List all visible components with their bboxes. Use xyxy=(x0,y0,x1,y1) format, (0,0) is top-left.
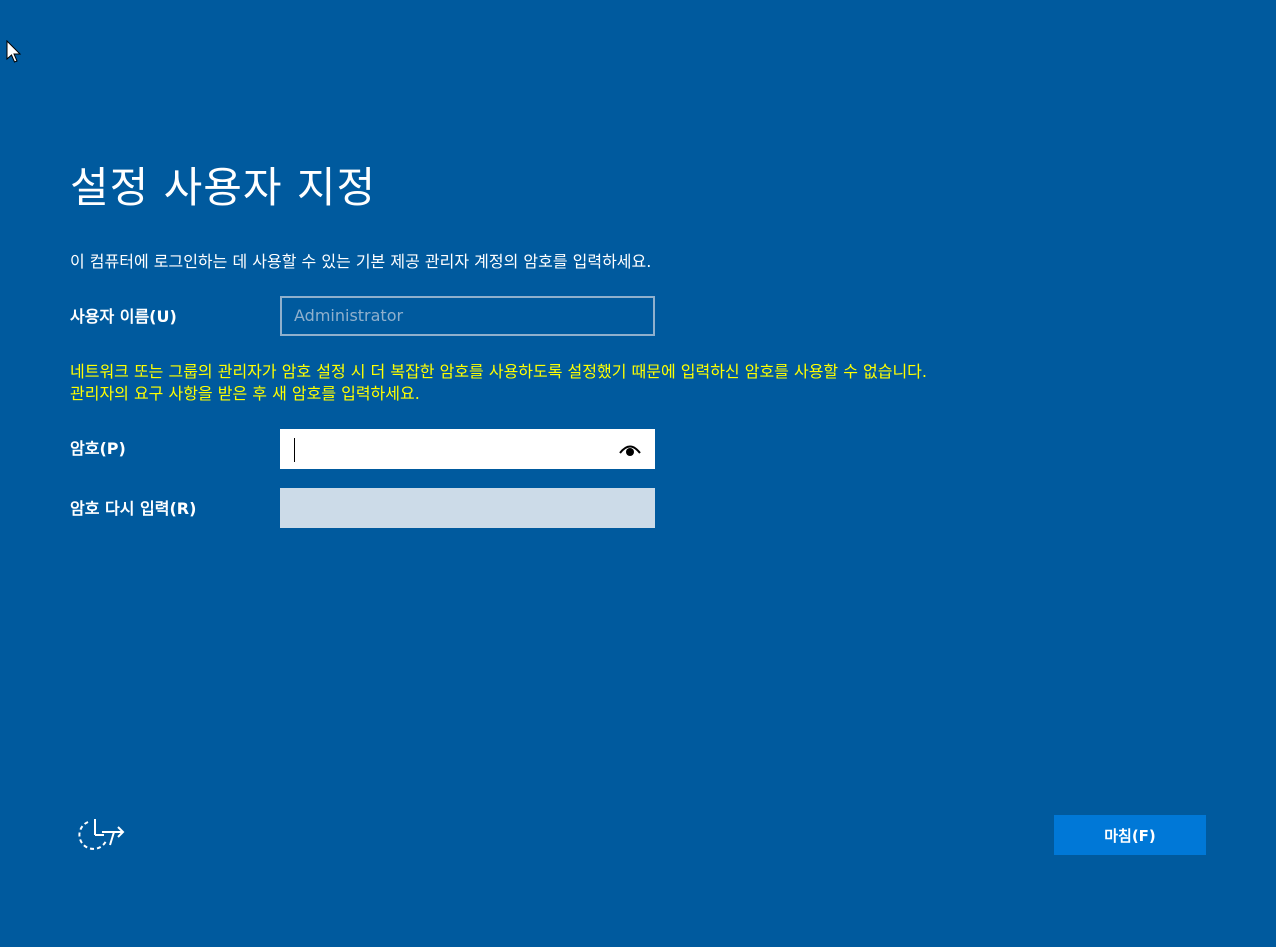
warning-line-1: 네트워크 또는 그룹의 관리자가 암호 설정 시 더 복잡한 암호를 사용하도록… xyxy=(70,362,927,381)
confirm-password-label: 암호 다시 입력(R) xyxy=(70,499,197,518)
ease-of-access-icon[interactable] xyxy=(78,815,126,857)
mouse-pointer-icon xyxy=(6,40,22,63)
password-field-container xyxy=(280,429,655,469)
password-label: 암호(P) xyxy=(70,439,126,458)
warning-line-2: 관리자의 요구 사항을 받은 후 새 암호를 입력하세요. xyxy=(70,384,420,403)
username-label: 사용자 이름(U) xyxy=(70,307,177,326)
password-input[interactable] xyxy=(292,431,612,467)
instruction-text: 이 컴퓨터에 로그인하는 데 사용할 수 있는 기본 제공 관리자 계정의 암호… xyxy=(70,252,652,271)
setup-screen: 설정 사용자 지정 이 컴퓨터에 로그인하는 데 사용할 수 있는 기본 제공 … xyxy=(0,0,1276,947)
eye-icon[interactable] xyxy=(619,443,641,457)
text-caret xyxy=(294,438,295,462)
page-title: 설정 사용자 지정 xyxy=(70,163,377,212)
confirm-password-input[interactable] xyxy=(280,488,655,528)
password-policy-warning: 네트워크 또는 그룹의 관리자가 암호 설정 시 더 복잡한 암호를 사용하도록… xyxy=(70,361,927,405)
finish-button[interactable]: 마침(F) xyxy=(1054,815,1206,855)
username-field: Administrator xyxy=(280,296,655,336)
